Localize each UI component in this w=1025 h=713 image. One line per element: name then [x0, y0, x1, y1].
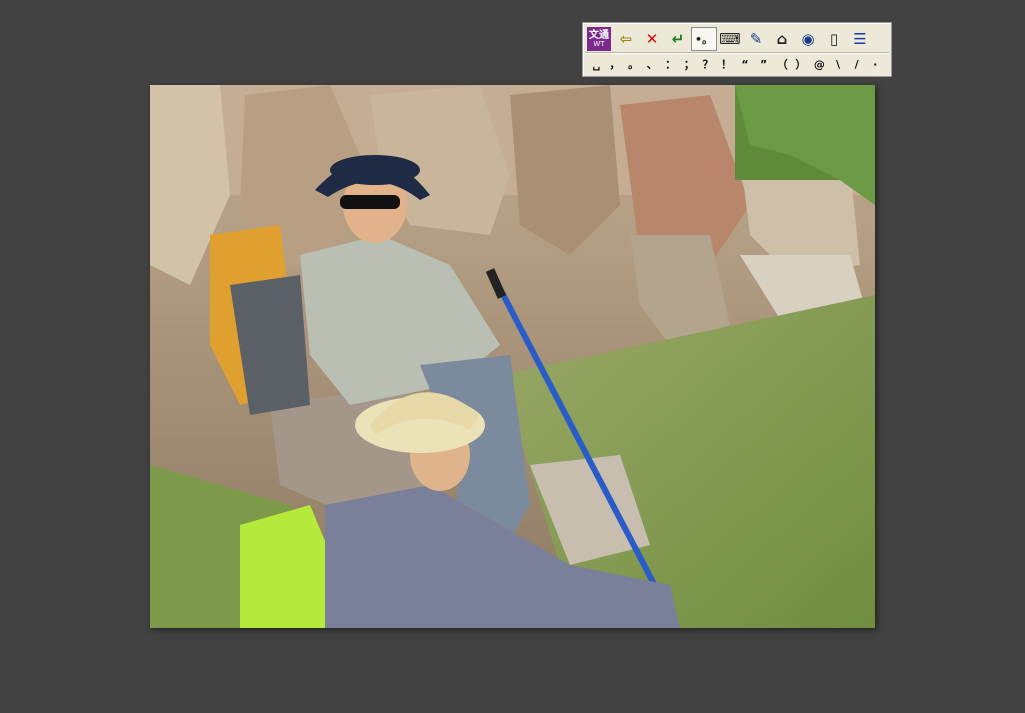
keyboard-icon: ⌨ [719, 30, 741, 48]
punctuation-key[interactable]: \ [829, 55, 848, 73]
punctuation-key[interactable]: 、 [643, 55, 662, 73]
punctuation-key[interactable]: / [847, 55, 866, 73]
punctuation-key[interactable]: ： [661, 55, 680, 73]
hiking-photo [150, 85, 875, 628]
punctuation-key[interactable]: ） [792, 55, 811, 73]
close-icon: ✕ [645, 30, 659, 48]
keyboard-button[interactable]: ⌨ [717, 27, 743, 51]
ime-punctuation-row: ␣，。、：；？！ “” （） @ \ / · [587, 54, 885, 74]
enter-button[interactable]: ↵ [665, 27, 691, 51]
back-arrow-button[interactable]: ⇦ [613, 27, 639, 51]
back-arrow-icon: ⇦ [619, 30, 633, 48]
mouse-icon: ▯ [829, 30, 839, 48]
punctuation-key[interactable]: ， [606, 55, 625, 73]
punctuation-mode-button[interactable]: •。 [691, 27, 717, 51]
punctuation-key[interactable]: ” [754, 55, 773, 73]
enter-icon: ↵ [671, 30, 685, 48]
menu-icon: ☰ [853, 30, 867, 48]
menu-button[interactable]: ☰ [847, 27, 873, 51]
punctuation-key[interactable]: · [866, 55, 885, 73]
eye-button[interactable]: ◉ [795, 27, 821, 51]
punctuation-key[interactable]: “ [736, 55, 755, 73]
close-button[interactable]: ✕ [639, 27, 665, 51]
ime-logo-line2: WT [593, 39, 605, 48]
ime-tool-row: 文通 WT ⇦ ✕ ↵ •。 ⌨ ✎ ⌂ ◉ ▯ ☰ [587, 26, 873, 52]
punctuation-key[interactable]: ！ [717, 55, 736, 73]
photo-image [150, 85, 875, 628]
eraser-button[interactable]: ⌂ [769, 27, 795, 51]
ime-logo[interactable]: 文通 WT [587, 27, 611, 51]
punctuation-key[interactable]: 。 [624, 55, 643, 73]
punctuation-key[interactable]: ␣ [587, 55, 606, 73]
punctuation-key[interactable]: @ [810, 55, 829, 73]
ime-toolbar: 文通 WT ⇦ ✕ ↵ •。 ⌨ ✎ ⌂ ◉ ▯ ☰ ␣，。、：；？！ “” （） @ \ / · [582, 22, 892, 77]
mouse-button[interactable]: ▯ [821, 27, 847, 51]
edit-icon: ✎ [749, 30, 763, 48]
punctuation-key[interactable]: ？ [699, 55, 718, 73]
punctuation-mode-icon: •。 [694, 33, 714, 46]
ime-logo-line1: 文通 [589, 29, 609, 41]
punctuation-key[interactable]: （ [773, 55, 792, 73]
eraser-icon: ⌂ [776, 30, 788, 48]
eye-icon: ◉ [801, 30, 815, 48]
punctuation-key[interactable]: ； [680, 55, 699, 73]
edit-button[interactable]: ✎ [743, 27, 769, 51]
